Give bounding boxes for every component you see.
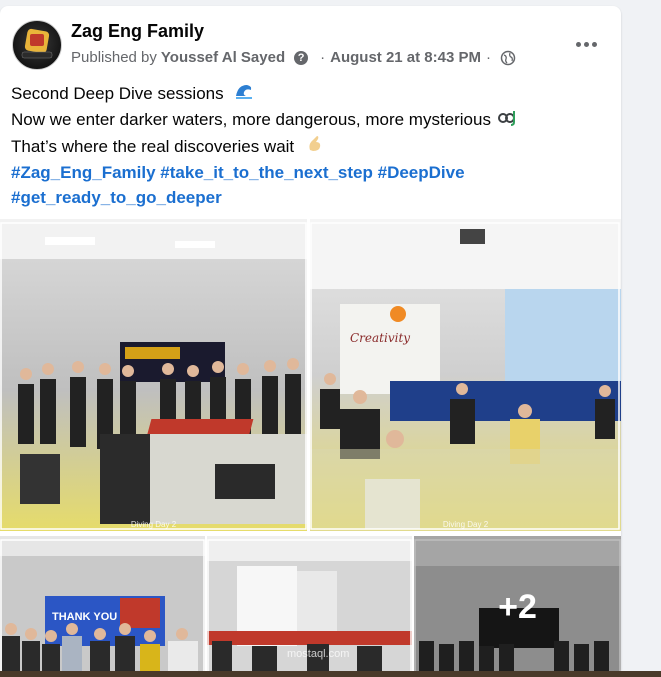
pinching-hand-emoji-icon (305, 134, 325, 160)
help-icon[interactable]: ? (294, 50, 309, 65)
photo-grid: Diving Day 2 Creativity Diving Day 2 THA… (0, 219, 621, 677)
photo-caption: Diving Day 2 (130, 520, 177, 529)
hashtag-link[interactable]: #DeepDive (378, 163, 465, 182)
photo-caption: Diving Day 2 (442, 520, 489, 529)
post-timestamp[interactable]: August 21 at 8:43 PM (330, 49, 481, 66)
watermark-text: mostaql.com (287, 648, 350, 660)
post-meta: Published by Youssef Al Sayed ? · August… (71, 49, 516, 66)
post-header: Zag Eng Family Published by Youssef Al S… (12, 18, 609, 70)
published-by-label: Published by (71, 49, 157, 66)
separator-dot: · (320, 49, 326, 66)
text-line-2: Now we enter darker waters, more dangero… (11, 110, 491, 130)
photo-2[interactable]: Creativity Diving Day 2 (310, 219, 621, 531)
globe-icon[interactable] (500, 50, 516, 66)
separator-dot: · (486, 49, 491, 66)
photo-5[interactable]: +2 (414, 536, 621, 677)
photo-4[interactable]: mostaql.com (207, 536, 412, 677)
page-bottom-edge (0, 671, 661, 677)
text-line: Second Deep Dive sessions (11, 81, 601, 107)
post-text: Second Deep Dive sessions Now we enter d… (11, 81, 601, 211)
hashtag-link[interactable]: #get_ready_to_go_deeper (11, 188, 222, 207)
hashtags-row-1: #Zag_Eng_Family #take_it_to_the_next_ste… (11, 160, 601, 186)
photo-3[interactable]: THANK YOU (0, 536, 205, 677)
wall-creativity-text: Creativity (350, 331, 411, 345)
page-avatar[interactable] (12, 20, 62, 70)
text-line-1: Second Deep Dive sessions (11, 84, 224, 103)
text-line: Now we enter darker waters, more dangero… (11, 107, 601, 133)
wave-emoji-icon (234, 82, 254, 108)
hashtags-row-2: #get_ready_to_go_deeper (11, 185, 601, 211)
text-line: That’s where the real discoveries wait (11, 134, 601, 160)
more-options-icon[interactable] (571, 34, 601, 54)
page-name-link[interactable]: Zag Eng Family (71, 21, 204, 42)
facebook-post-card: Zag Eng Family Published by Youssef Al S… (0, 6, 621, 677)
author-link[interactable]: Youssef Al Sayed (161, 49, 285, 66)
hashtag-link[interactable]: #take_it_to_the_next_step (160, 163, 373, 182)
hashtag-link[interactable]: #Zag_Eng_Family (11, 163, 156, 182)
photo-1[interactable]: Diving Day 2 (0, 219, 307, 531)
more-photos-count[interactable]: +2 (414, 536, 621, 677)
text-line-3: That’s where the real discoveries wait (11, 136, 295, 156)
slide-thank-you-text: THANK YOU (52, 611, 118, 623)
anchor-emoji-icon (497, 108, 517, 134)
